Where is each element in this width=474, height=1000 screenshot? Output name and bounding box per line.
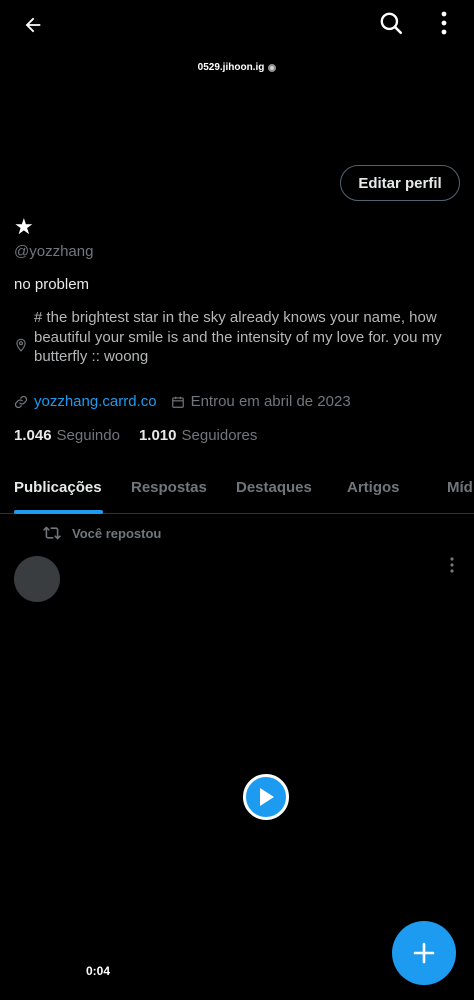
repost-icon xyxy=(43,526,61,540)
banner-label: 0529.jihoon.ig xyxy=(0,62,474,73)
tab-destaques[interactable]: Destaques xyxy=(236,479,312,496)
handle: @yozzhang xyxy=(14,243,94,260)
search-icon xyxy=(380,12,403,35)
link-icon xyxy=(14,395,28,408)
banner-username: 0529.jihoon.ig xyxy=(197,62,265,73)
search-button[interactable] xyxy=(372,4,410,42)
compose-button[interactable] xyxy=(392,921,456,985)
joined-date: Entrou em abril de 2023 xyxy=(190,393,351,410)
tab-artigos[interactable]: Artigos xyxy=(347,479,400,496)
verified-icon xyxy=(268,63,277,72)
top-bar xyxy=(0,0,474,50)
website-link[interactable]: yozzhang.carrd.co xyxy=(34,393,157,410)
follow-stats: 1.046 Seguindo 1.010 Seguidores xyxy=(14,427,257,444)
play-icon xyxy=(260,788,274,806)
following-label: Seguindo xyxy=(56,427,120,444)
tab-publicacoes[interactable]: Publicações xyxy=(14,479,102,496)
more-options-button[interactable] xyxy=(430,4,458,42)
followers-stat[interactable]: 1.010 Seguidores xyxy=(139,427,257,444)
play-button[interactable] xyxy=(243,774,289,820)
location-row: # the brightest star in the sky already … xyxy=(14,308,454,367)
plus-icon xyxy=(413,942,435,964)
tab-midia[interactable]: Míd xyxy=(447,479,473,496)
following-count: 1.046 xyxy=(14,427,52,444)
avatar[interactable] xyxy=(14,556,60,602)
followers-label: Seguidores xyxy=(181,427,258,444)
profile-tabs: Publicações Respostas Destaques Artigos … xyxy=(0,466,474,514)
more-vertical-icon xyxy=(441,11,447,35)
repost-indicator: Você repostou xyxy=(42,525,161,541)
following-stat[interactable]: 1.046 Seguindo xyxy=(14,427,120,444)
video-duration: 0:04 xyxy=(86,964,111,978)
active-tab-indicator xyxy=(14,510,103,514)
repost-label: Você repostou xyxy=(72,525,162,541)
followers-count: 1.010 xyxy=(138,427,177,444)
location-pin-icon xyxy=(16,338,26,352)
back-button[interactable] xyxy=(14,6,52,44)
display-name: ★ xyxy=(14,214,34,239)
edit-profile-button[interactable]: Editar perfil xyxy=(340,165,460,201)
location-text: # the brightest star in the sky already … xyxy=(34,309,442,365)
tab-respostas[interactable]: Respostas xyxy=(131,479,207,496)
bio: no problem xyxy=(14,276,90,293)
more-vertical-icon xyxy=(450,557,454,573)
profile-meta: yozzhang.carrd.co Entrou em abril de 202… xyxy=(14,393,351,410)
post-more-button[interactable] xyxy=(444,556,460,574)
back-arrow-icon xyxy=(25,17,41,33)
calendar-icon xyxy=(171,396,184,408)
